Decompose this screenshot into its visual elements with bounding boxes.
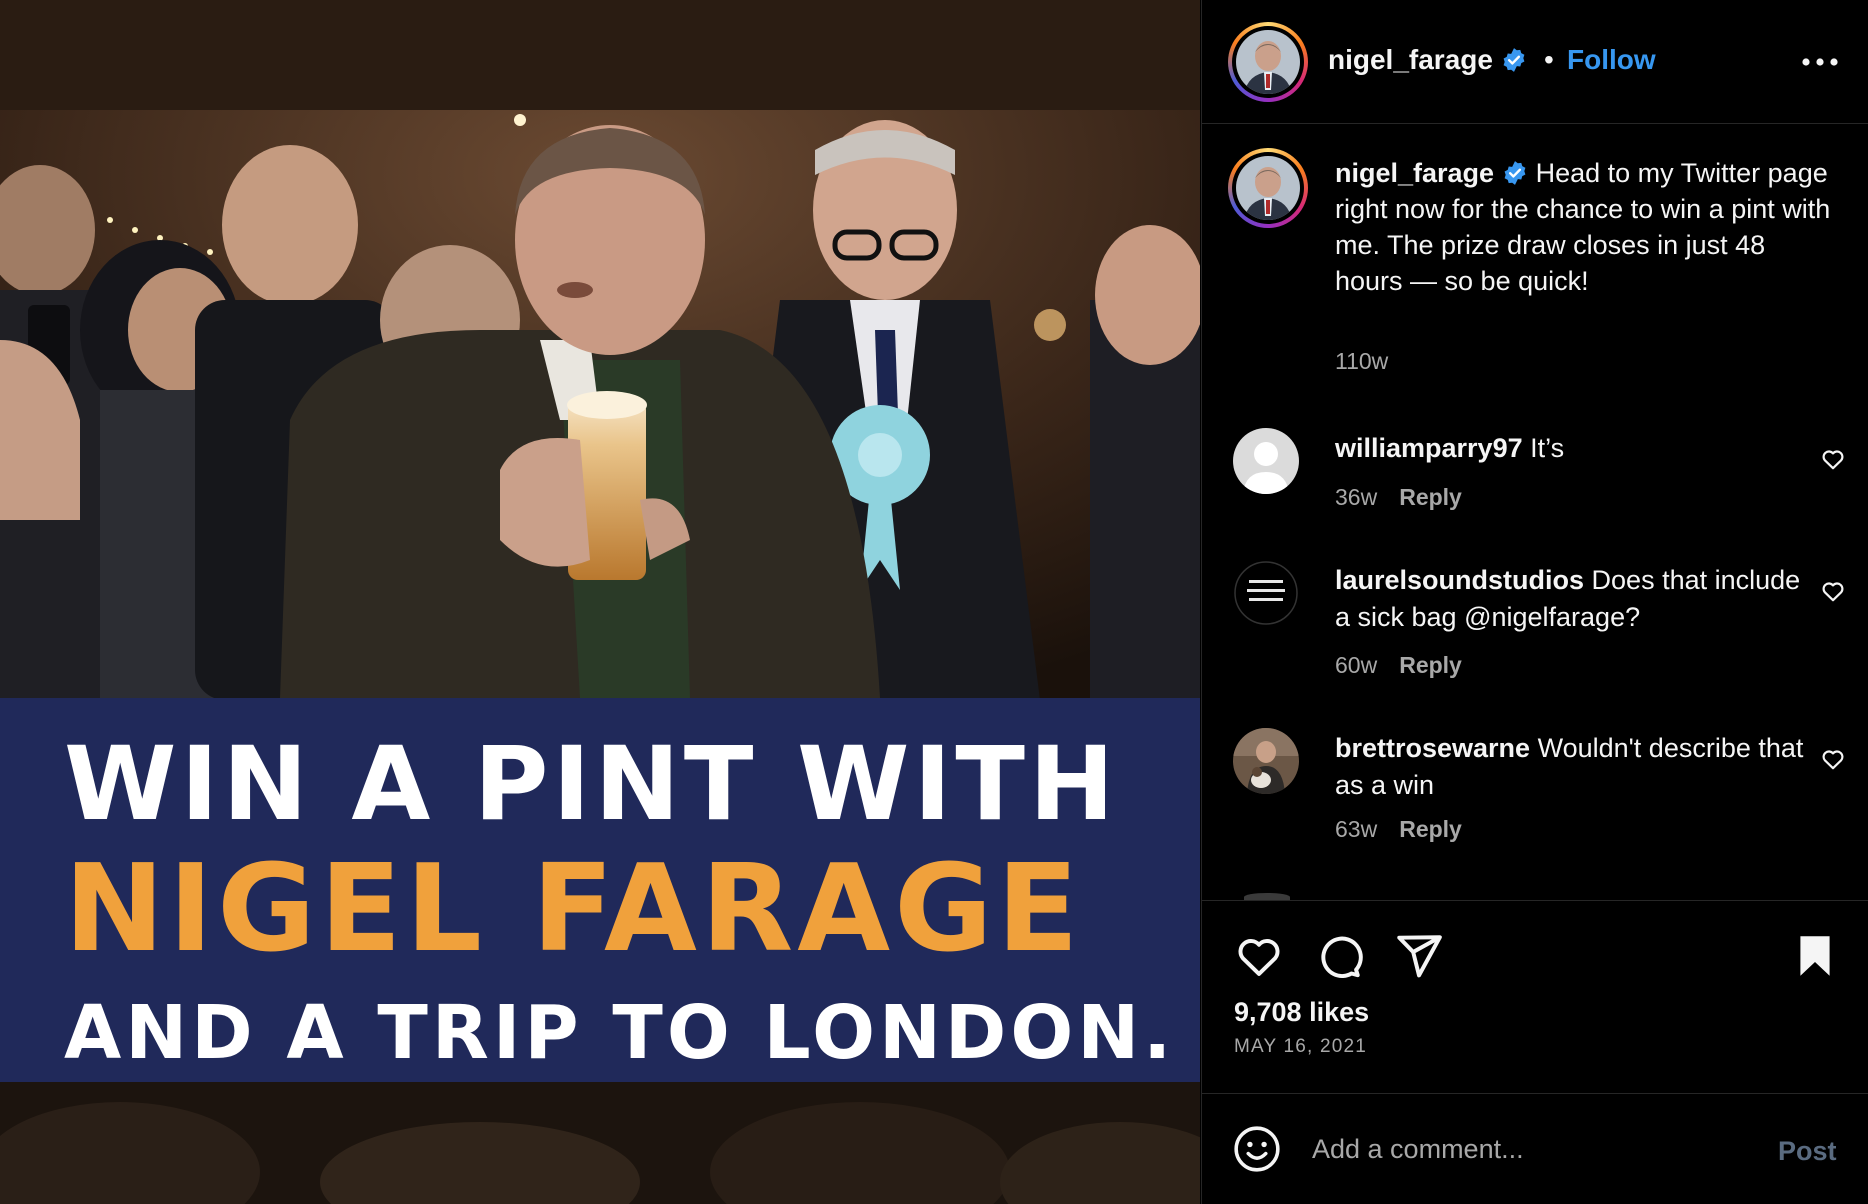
comment-item: brettrosewarne Wouldn't describe that as… [1202, 728, 1868, 878]
post-date[interactable]: MAY 16, 2021 [1234, 1036, 1367, 1058]
post-header: nigel_farage • Follow [1202, 0, 1868, 124]
author-username[interactable]: nigel_farage [1328, 44, 1527, 76]
comment-composer: Post [1202, 1094, 1868, 1204]
post-actions: 9,708 likes MAY 16, 2021 [1202, 900, 1868, 1094]
post-side-panel: nigel_farage • Follow nigel_farage Head … [1201, 0, 1868, 1204]
comment-text: It’s [1530, 433, 1565, 463]
reply-button[interactable]: Reply [1399, 484, 1462, 510]
verified-badge-icon [1502, 160, 1528, 186]
author-username-text[interactable]: nigel_farage [1328, 44, 1493, 75]
comment-text-block: williamparry97 It’s [1335, 430, 1805, 467]
comment-timestamp[interactable]: 60w [1335, 652, 1377, 678]
comment-meta: 63w Reply [1335, 816, 1462, 843]
banner-line-1: WIN A PINT WITH [64, 725, 1119, 844]
verified-badge-icon [1501, 47, 1527, 73]
caption-avatar-photo [1236, 156, 1300, 220]
share-icon[interactable] [1394, 931, 1444, 981]
comment-timestamp[interactable]: 63w [1335, 816, 1377, 842]
author-avatar[interactable] [1228, 22, 1308, 102]
more-horizontal-icon[interactable] [1797, 42, 1843, 82]
heart-icon[interactable] [1234, 931, 1284, 981]
heart-icon[interactable] [1820, 746, 1846, 772]
post-button[interactable]: Post [1778, 1136, 1837, 1167]
comment-input[interactable] [1312, 1124, 1732, 1174]
likes-count[interactable]: 9,708 likes [1234, 997, 1369, 1028]
comment-timestamp[interactable]: 36w [1335, 484, 1377, 510]
bookmark-icon[interactable] [1790, 931, 1840, 981]
header-separator: • [1544, 44, 1554, 75]
post-banner: WIN A PINT WITH NIGEL FARAGE AND A TRIP … [0, 698, 1200, 1082]
comment-item: williamparry97 It’s 36w Reply [1202, 428, 1868, 578]
comment-item: laurelsoundstudios Does that include a s… [1202, 560, 1868, 710]
laurel-sound-studios-logo[interactable] [1233, 560, 1299, 626]
default-avatar-icon[interactable] [1233, 428, 1299, 494]
comment-username[interactable]: laurelsoundstudios [1335, 565, 1584, 595]
comment-username[interactable]: williamparry97 [1335, 433, 1523, 463]
comment-meta: 60w Reply [1335, 652, 1462, 679]
reply-button[interactable]: Reply [1399, 652, 1462, 678]
heart-icon[interactable] [1820, 446, 1846, 472]
banner-line-3: AND A TRIP TO LONDON. [64, 990, 1176, 1076]
caption-timestamp[interactable]: 110w [1335, 348, 1388, 375]
comment-meta: 36w Reply [1335, 484, 1462, 511]
post-photo [0, 0, 1200, 698]
caption-author-avatar[interactable] [1228, 148, 1308, 228]
banner-line-2: NIGEL FARAGE [64, 840, 1083, 979]
heart-icon[interactable] [1820, 578, 1846, 604]
photo-avatar[interactable] [1233, 728, 1299, 794]
caption-username[interactable]: nigel_farage [1335, 158, 1494, 188]
comment-text-block: laurelsoundstudios Does that include a s… [1335, 562, 1805, 636]
post-photo-bottom [0, 1082, 1200, 1204]
follow-button[interactable]: Follow [1567, 44, 1656, 76]
caption-text-block: nigel_farage Head to my Twitter page rig… [1335, 155, 1835, 299]
author-avatar-photo [1236, 30, 1300, 94]
post-image[interactable]: WIN A PINT WITH NIGEL FARAGE AND A TRIP … [0, 0, 1200, 1204]
emoji-icon[interactable] [1232, 1124, 1282, 1174]
comment-icon[interactable] [1314, 931, 1364, 981]
comment-username[interactable]: brettrosewarne [1335, 733, 1530, 763]
reply-button[interactable]: Reply [1399, 816, 1462, 842]
comment-text-block: brettrosewarne Wouldn't describe that as… [1335, 730, 1805, 804]
